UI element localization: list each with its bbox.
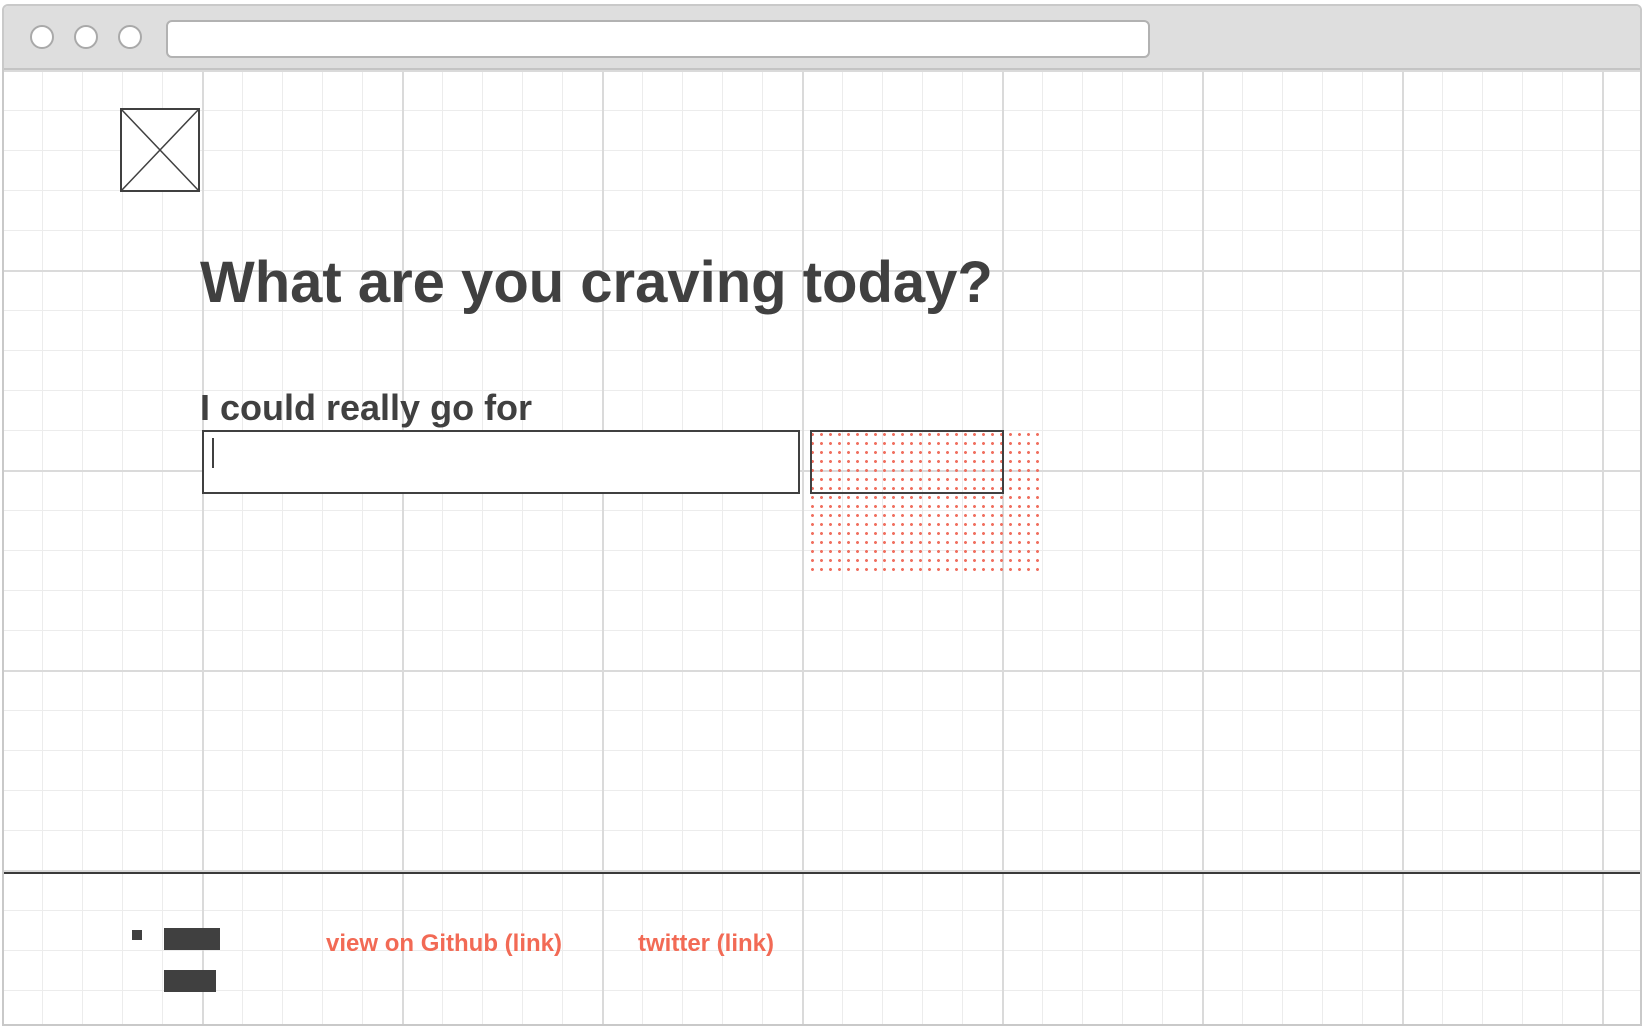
- window-minimize-button[interactable]: [74, 25, 98, 49]
- footer-nav-underline: [164, 1024, 228, 1026]
- craving-input[interactable]: [202, 430, 800, 494]
- twitter-link[interactable]: twitter (link): [638, 930, 774, 958]
- submit-button[interactable]: [810, 430, 1004, 494]
- browser-window: What are you craving today? I could real…: [2, 4, 1642, 1026]
- page-content: What are you craving today? I could real…: [4, 70, 1640, 1026]
- craving-input-label: I could really go for: [200, 387, 533, 428]
- bullet-icon: [132, 930, 142, 940]
- browser-titlebar: [4, 6, 1640, 70]
- footer-divider: [4, 872, 1640, 874]
- text-caret: [212, 438, 214, 468]
- window-maximize-button[interactable]: [118, 25, 142, 49]
- window-close-button[interactable]: [30, 25, 54, 49]
- footer-nav-item-1[interactable]: [164, 928, 220, 950]
- github-link[interactable]: view on Github (link): [326, 930, 562, 958]
- footer-nav-item-2[interactable]: [164, 970, 216, 992]
- page-title: What are you craving today?: [200, 250, 993, 315]
- address-bar[interactable]: [166, 20, 1150, 58]
- image-placeholder-icon: [120, 108, 200, 192]
